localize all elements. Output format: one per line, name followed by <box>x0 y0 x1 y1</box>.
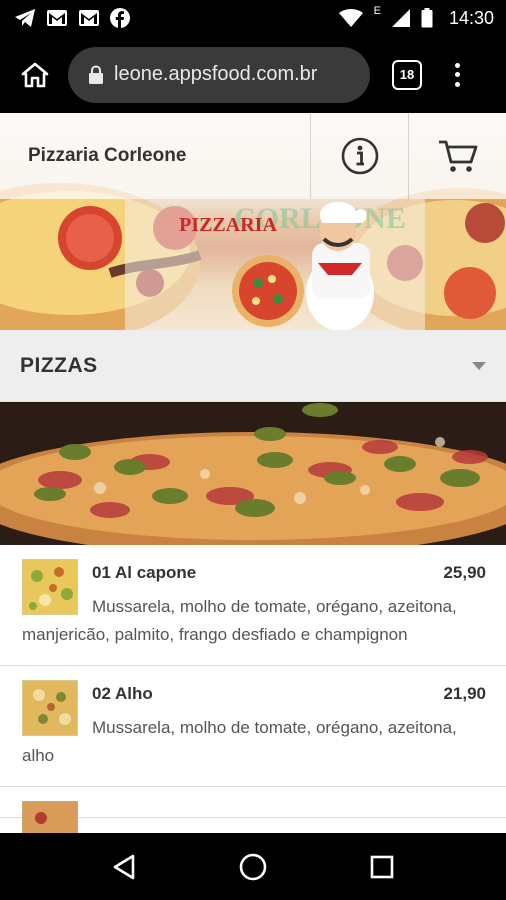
back-button[interactable] <box>111 853 137 881</box>
signal-icon <box>391 8 411 28</box>
wifi-icon <box>338 8 364 28</box>
tab-switcher-button[interactable]: 18 <box>392 59 422 90</box>
category-title: PIZZAS <box>20 353 98 377</box>
browser-menu-button[interactable] <box>450 60 464 90</box>
cart-icon <box>438 140 477 172</box>
lock-icon <box>89 64 103 84</box>
home-nav-button[interactable] <box>238 852 268 882</box>
store-header: Pizzaria Corleone <box>0 113 506 199</box>
browser-toolbar: leone.appsfood.com.br 18 <box>0 36 506 113</box>
store-title-cell: Pizzaria Corleone <box>0 113 310 199</box>
store-banner: CORLEONE PIZZARIA Pizzaria Corleone <box>0 113 506 330</box>
product-name: 01 Al capone <box>92 563 197 582</box>
product-price: 25,90 <box>443 563 486 582</box>
product-name: 02 Alho <box>92 684 153 703</box>
telegram-icon <box>14 8 36 28</box>
cart-button[interactable] <box>408 113 506 199</box>
gmail-icon <box>78 9 100 27</box>
category-selector[interactable]: PIZZAS <box>0 330 506 402</box>
product-description: Mussarela, molho de tomate, orégano, aze… <box>22 718 457 765</box>
network-type-label: E <box>373 5 381 17</box>
product-item[interactable]: 01 Al capone 25,90 Mussarela, molho de t… <box>0 545 506 666</box>
product-thumbnail <box>22 801 78 833</box>
android-nav-bar <box>0 833 506 900</box>
recents-square-icon <box>371 855 394 878</box>
product-thumbnail <box>22 559 78 615</box>
facebook-icon <box>110 8 130 28</box>
home-button[interactable] <box>14 54 56 96</box>
url-text: leone.appsfood.com.br <box>114 63 318 85</box>
chevron-down-icon <box>472 361 486 370</box>
home-icon <box>21 62 49 87</box>
product-item-partial[interactable] <box>0 787 506 833</box>
product-thumbnail <box>22 680 78 736</box>
product-header: 02 Alho 21,90 <box>92 680 486 704</box>
banner-sub-text: PIZZARIA <box>179 214 277 236</box>
product-price: 21,90 <box>443 684 486 703</box>
product-description: Mussarela, molho de tomate, orégano, aze… <box>22 597 457 644</box>
status-bar: E 14:30 <box>0 0 506 36</box>
info-icon <box>341 137 378 175</box>
clock: 14:30 <box>448 7 494 28</box>
home-circle-icon <box>239 853 267 880</box>
recents-button[interactable] <box>369 854 395 880</box>
web-page: CORLEONE PIZZARIA Pizzaria Corleone PIZZ… <box>0 113 506 833</box>
back-triangle-icon <box>113 854 134 879</box>
info-button[interactable] <box>310 113 408 199</box>
battery-icon <box>421 8 433 28</box>
system-status: E 14:30 <box>338 5 494 29</box>
tab-count: 18 <box>399 67 415 82</box>
pizza-photo <box>0 402 506 545</box>
gmail-icon <box>46 9 68 27</box>
product-item[interactable]: 02 Alho 21,90 Mussarela, molho de tomate… <box>0 666 506 787</box>
store-title: Pizzaria Corleone <box>28 145 187 166</box>
category-image <box>0 402 506 545</box>
product-header: 01 Al capone 25,90 <box>92 559 486 583</box>
address-bar[interactable]: leone.appsfood.com.br <box>68 46 370 103</box>
notification-icons <box>14 8 130 28</box>
